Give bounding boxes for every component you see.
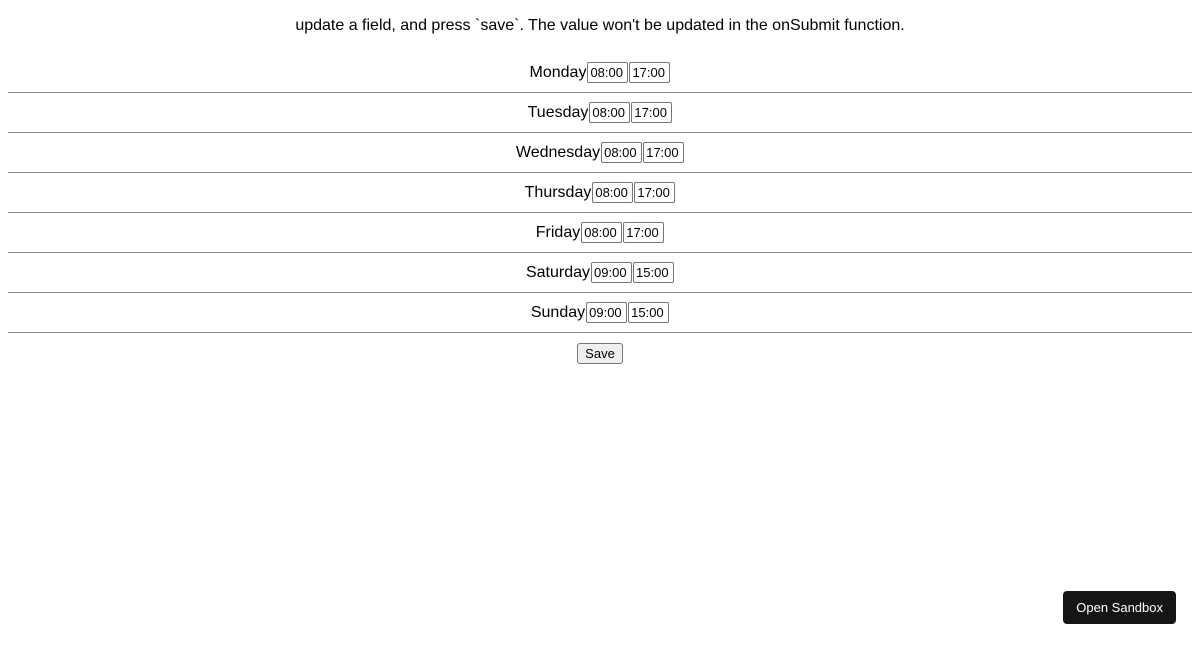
open-sandbox-button[interactable]: Open Sandbox	[1063, 591, 1176, 624]
save-row: Save	[0, 343, 1200, 364]
end-input-thursday[interactable]	[634, 182, 675, 203]
end-input-sunday[interactable]	[628, 302, 669, 323]
row-friday: Friday	[8, 213, 1192, 253]
start-input-sunday[interactable]	[586, 302, 627, 323]
start-input-saturday[interactable]	[591, 262, 632, 283]
row-wednesday: Wednesday	[8, 133, 1192, 173]
row-monday: Monday	[8, 53, 1192, 93]
start-input-tuesday[interactable]	[589, 102, 630, 123]
row-label-tuesday: Tuesday	[528, 104, 589, 122]
row-label-wednesday: Wednesday	[516, 144, 600, 162]
start-input-wednesday[interactable]	[601, 142, 642, 163]
row-label-monday: Monday	[530, 64, 587, 82]
schedule-rows: Monday Tuesday Wednesday Thursday Friday…	[0, 53, 1200, 333]
end-input-monday[interactable]	[629, 62, 670, 83]
end-input-tuesday[interactable]	[631, 102, 672, 123]
row-thursday: Thursday	[8, 173, 1192, 213]
start-input-friday[interactable]	[581, 222, 622, 243]
end-input-saturday[interactable]	[633, 262, 674, 283]
row-label-friday: Friday	[536, 224, 580, 242]
row-saturday: Saturday	[8, 253, 1192, 293]
save-button[interactable]: Save	[577, 343, 623, 364]
row-label-thursday: Thursday	[525, 184, 592, 202]
start-input-thursday[interactable]	[592, 182, 633, 203]
end-input-friday[interactable]	[623, 222, 664, 243]
row-tuesday: Tuesday	[8, 93, 1192, 133]
start-input-monday[interactable]	[587, 62, 628, 83]
end-input-wednesday[interactable]	[643, 142, 684, 163]
instruction-text: update a field, and press `save`. The va…	[0, 17, 1200, 35]
row-label-saturday: Saturday	[526, 264, 590, 282]
row-sunday: Sunday	[8, 293, 1192, 333]
row-label-sunday: Sunday	[531, 304, 585, 322]
